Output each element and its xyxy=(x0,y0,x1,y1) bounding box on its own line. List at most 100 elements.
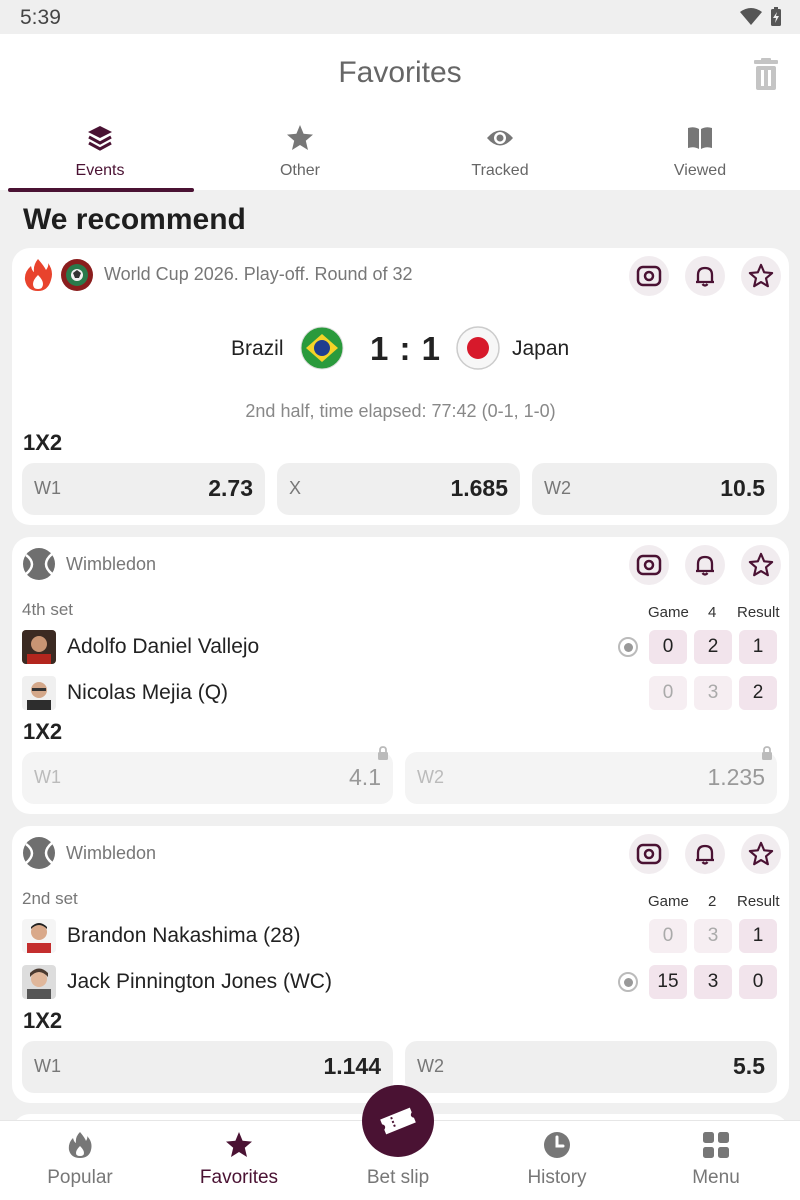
nav-menu[interactable]: Menu xyxy=(636,1121,796,1200)
video-button[interactable] xyxy=(629,256,669,296)
nav-label: History xyxy=(527,1167,587,1188)
set-label: 4th set xyxy=(22,600,74,619)
tennis-ball-icon xyxy=(23,548,55,580)
favorite-button[interactable] xyxy=(741,834,781,874)
event-card[interactable]: Wimbledon 2nd set Game 2 Result Brandon … xyxy=(12,826,789,1103)
league-logo-icon xyxy=(61,259,93,291)
bet-slip-button[interactable] xyxy=(362,1085,434,1157)
player-name: Jack Pinnington Jones (WC) xyxy=(67,970,332,993)
odds-value: 1.685 xyxy=(450,475,508,501)
odds-value: 1.235 xyxy=(707,764,765,790)
notify-button[interactable] xyxy=(685,256,725,296)
tennis-ball-icon xyxy=(23,837,55,869)
japan-flag-icon xyxy=(456,326,500,370)
league-name: Wimbledon xyxy=(66,843,157,863)
event-card[interactable]: World Cup 2026. Play-off. Round of 32 Br… xyxy=(12,248,789,525)
odds-value: 10.5 xyxy=(720,475,765,501)
status-time: 5:39 xyxy=(20,6,61,29)
nav-label: Favorites xyxy=(199,1167,279,1188)
tab-tracked[interactable]: Tracked xyxy=(400,122,600,190)
nav-label: Popular xyxy=(47,1167,113,1188)
player-name: Brandon Nakashima (28) xyxy=(67,924,301,947)
video-icon xyxy=(636,554,662,576)
column-game: Game xyxy=(648,893,689,910)
odds-button-x[interactable]: X 1.685 xyxy=(277,463,520,515)
avatar xyxy=(22,965,56,999)
nav-favorites[interactable]: Favorites xyxy=(159,1121,319,1200)
video-button[interactable] xyxy=(629,834,669,874)
market-title: 1X2 xyxy=(23,1008,63,1033)
tab-label: Tracked xyxy=(471,162,529,179)
score-result: 1 xyxy=(739,630,777,664)
score-result: 1 xyxy=(739,919,777,953)
score-game: 0 xyxy=(649,919,687,953)
column-set: 4 xyxy=(708,604,717,621)
market-title: 1X2 xyxy=(23,430,63,455)
column-result: Result xyxy=(737,604,780,621)
notify-button[interactable] xyxy=(685,545,725,585)
odds-button-w2[interactable]: W2 10.5 xyxy=(532,463,777,515)
column-set: 2 xyxy=(708,893,717,910)
brazil-flag-icon xyxy=(300,326,344,370)
trash-icon[interactable] xyxy=(752,58,780,90)
score-game: 0 xyxy=(649,676,687,710)
odds-value: 5.5 xyxy=(733,1053,765,1079)
odds-button-w2[interactable]: W2 1.235 xyxy=(405,746,777,804)
video-button[interactable] xyxy=(629,545,669,585)
odds-button-w1[interactable]: W1 2.73 xyxy=(22,463,265,515)
odds-label: W1 xyxy=(34,1056,61,1076)
nav-label: Bet slip xyxy=(366,1167,430,1188)
grid-icon xyxy=(703,1132,729,1158)
odds-label: X xyxy=(289,478,302,498)
tab-viewed[interactable]: Viewed xyxy=(600,122,800,190)
bell-icon xyxy=(696,844,714,865)
home-team-name: Brazil xyxy=(231,337,284,360)
odds-label: W2 xyxy=(417,1056,444,1076)
tab-events[interactable]: Events xyxy=(0,122,200,192)
layers-icon xyxy=(88,126,112,151)
video-icon xyxy=(636,843,662,865)
score-set: 2 xyxy=(694,630,732,664)
avatar xyxy=(22,919,56,953)
nav-popular[interactable]: Popular xyxy=(0,1121,160,1200)
odds-button-w1[interactable]: W1 1.144 xyxy=(22,1041,393,1093)
match-status: 2nd half, time elapsed: 77:42 (0-1, 1-0) xyxy=(245,401,556,421)
notify-button[interactable] xyxy=(685,834,725,874)
odds-label: W1 xyxy=(34,478,61,498)
match-score: 1 : 1 xyxy=(370,330,442,367)
tab-active-indicator xyxy=(8,188,194,192)
tab-label: Other xyxy=(279,162,320,179)
column-game: Game xyxy=(648,604,689,621)
odds-value: 2.73 xyxy=(208,475,253,501)
section-title: We recommend xyxy=(23,203,246,236)
system-icons xyxy=(740,7,782,27)
player-name: Nicolas Mejia (Q) xyxy=(67,681,229,704)
league-name: Wimbledon xyxy=(66,554,157,574)
lock-icon xyxy=(378,746,388,760)
score-set: 3 xyxy=(694,676,732,710)
star-icon xyxy=(226,1132,252,1157)
clock-icon xyxy=(544,1132,570,1158)
favorite-button[interactable] xyxy=(741,545,781,585)
avatar xyxy=(22,630,56,664)
odds-label: W2 xyxy=(417,767,444,787)
market-title: 1X2 xyxy=(23,719,63,744)
serving-indicator xyxy=(618,637,638,657)
nav-history[interactable]: History xyxy=(477,1121,637,1200)
serving-indicator xyxy=(618,972,638,992)
tab-other[interactable]: Other xyxy=(200,122,400,190)
lock-icon xyxy=(762,746,772,760)
odds-value: 4.1 xyxy=(349,764,381,790)
score-set: 3 xyxy=(694,919,732,953)
bell-icon xyxy=(696,555,714,576)
odds-button-w2[interactable]: W2 5.5 xyxy=(405,1041,777,1093)
star-outline-icon xyxy=(748,263,774,288)
column-result: Result xyxy=(737,893,780,910)
odds-button-w1[interactable]: W1 4.1 xyxy=(22,746,393,804)
event-card[interactable]: Wimbledon 4th set Game 4 Result Adolfo D… xyxy=(12,537,789,814)
favorite-button[interactable] xyxy=(741,256,781,296)
favorites-tabs: Events Other Tracked Viewed xyxy=(0,122,800,192)
battery-icon xyxy=(771,7,781,26)
wifi-icon xyxy=(740,8,762,25)
bell-icon xyxy=(696,266,714,287)
